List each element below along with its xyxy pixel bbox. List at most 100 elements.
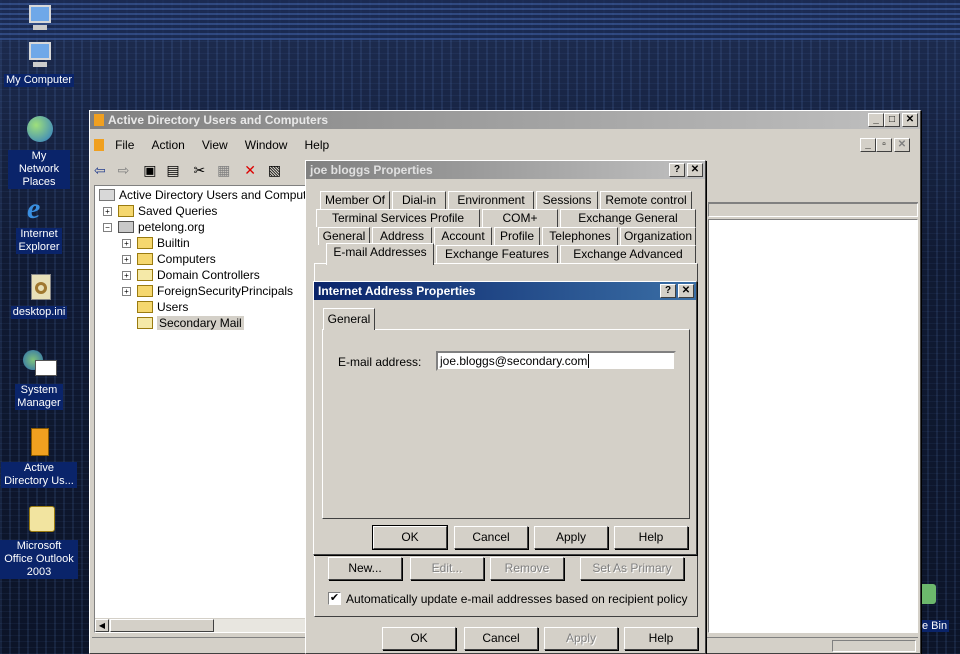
up-folder-icon[interactable]: ▣ <box>143 162 156 178</box>
menu-file[interactable]: File <box>115 138 134 152</box>
tree-root[interactable]: Active Directory Users and Computers <box>99 187 323 203</box>
tree-fsp[interactable]: + ForeignSecurityPrincipals <box>122 283 293 299</box>
help-question-button[interactable]: ? <box>660 284 676 298</box>
tree-domain[interactable]: − petelong.org <box>103 219 205 235</box>
tab-email-addresses[interactable]: E-mail Addresses <box>326 243 434 265</box>
child-minimize-button[interactable]: _ <box>860 138 876 152</box>
system-manager-icon <box>23 350 57 382</box>
properties-ok-button[interactable]: OK <box>382 627 456 650</box>
list-header-2[interactable] <box>708 203 918 217</box>
tab-exchange-general[interactable]: Exchange General <box>560 209 696 227</box>
cut-icon[interactable]: ✂ <box>194 162 206 178</box>
tab-dial-in[interactable]: Dial-in <box>392 191 446 209</box>
iap-apply-button[interactable]: Apply <box>534 526 608 549</box>
tree-hscrollbar[interactable]: ◀ <box>95 618 305 632</box>
desktop-icon-my-computer[interactable]: My Computer <box>0 40 78 87</box>
expand-icon[interactable]: + <box>122 287 131 296</box>
tree-computers[interactable]: + Computers <box>122 251 216 267</box>
details-pane[interactable] <box>708 219 918 633</box>
desktop-icon-outlook[interactable]: Microsoft Office Outlook 2003 <box>0 506 78 579</box>
back-arrow-icon[interactable]: ⇦ <box>94 162 106 178</box>
tree-label: Computers <box>157 252 216 266</box>
tab-profile[interactable]: Profile <box>494 227 540 245</box>
iap-cancel-button[interactable]: Cancel <box>454 526 528 549</box>
close-button[interactable]: ✕ <box>902 113 918 127</box>
set-primary-button[interactable]: Set As Primary <box>580 557 684 580</box>
tab-com-plus[interactable]: COM+ <box>482 209 558 227</box>
tab-telephones[interactable]: Telephones <box>542 227 618 245</box>
tab-remote-control[interactable]: Remote control <box>600 191 692 209</box>
tree-label: Users <box>157 300 189 314</box>
iap-titlebar[interactable]: Internet Address Properties ? ✕ <box>314 282 696 300</box>
scroll-thumb[interactable] <box>110 619 214 632</box>
collapse-icon[interactable]: − <box>103 223 112 232</box>
auto-update-checkbox[interactable]: ✔ <box>328 592 341 605</box>
properties-help-button[interactable]: Help <box>624 627 698 650</box>
tab-member-of[interactable]: Member Of <box>320 191 390 209</box>
paste-icon[interactable]: ▦ <box>217 162 230 178</box>
close-button[interactable]: ✕ <box>678 284 694 298</box>
tree-secondary-mail[interactable]: Secondary Mail <box>137 315 244 331</box>
tab-sessions[interactable]: Sessions <box>536 191 598 209</box>
desktop-icon-network[interactable]: My Network Places <box>0 116 78 189</box>
tab-ts-profile[interactable]: Terminal Services Profile <box>316 209 480 227</box>
remove-address-button[interactable]: Remove <box>490 557 564 580</box>
close-button[interactable]: ✕ <box>687 163 703 177</box>
expand-icon[interactable]: + <box>122 271 131 280</box>
show-tree-icon[interactable]: ▤ <box>166 162 179 178</box>
iap-tab-general[interactable]: General <box>323 308 375 330</box>
properties-icon[interactable]: ▧ <box>268 162 281 178</box>
aduc-toolbar: ⇦ ⇨ ▣ ▤ ✂ ▦ ✕ ▧ <box>94 159 304 181</box>
minimize-button[interactable]: _ <box>868 113 884 127</box>
desktop-icon-label: My Computer <box>3 74 75 87</box>
scroll-left-icon[interactable]: ◀ <box>95 619 109 632</box>
expand-icon[interactable]: + <box>103 207 112 216</box>
text-cursor <box>588 354 590 368</box>
tree-users[interactable]: Users <box>137 299 188 315</box>
tab-exchange-advanced[interactable]: Exchange Advanced <box>560 245 696 263</box>
desktop-icon-aduc[interactable]: Active Directory Us... <box>0 428 78 488</box>
delete-icon[interactable]: ✕ <box>244 162 256 178</box>
tree-builtin[interactable]: + Builtin <box>122 235 190 251</box>
tree-saved-queries[interactable]: + Saved Queries <box>103 203 217 219</box>
menu-help[interactable]: Help <box>305 138 330 152</box>
folder-icon <box>137 237 153 249</box>
list-header[interactable] <box>708 185 918 203</box>
new-address-button[interactable]: New... <box>328 557 402 580</box>
child-close-button[interactable]: ✕ <box>894 138 910 152</box>
tree-pane[interactable]: Active Directory Users and Computers + Sa… <box>94 185 323 633</box>
menu-action[interactable]: Action <box>151 138 184 152</box>
folder-icon <box>137 253 153 265</box>
internet-address-dialog[interactable]: Internet Address Properties ? ✕ General … <box>313 281 697 555</box>
desktop-icon-ie[interactable]: e Internet Explorer <box>0 194 78 254</box>
aduc-titlebar[interactable]: Active Directory Users and Computers _ □… <box>90 111 920 129</box>
properties-cancel-button[interactable]: Cancel <box>464 627 538 650</box>
expand-icon[interactable]: + <box>122 239 131 248</box>
expand-icon[interactable]: + <box>122 255 131 264</box>
forward-arrow-icon[interactable]: ⇨ <box>118 162 130 178</box>
menu-view[interactable]: View <box>202 138 228 152</box>
desktop-icon-label: System Manager <box>15 384 63 410</box>
tree-label: Secondary Mail <box>157 316 244 330</box>
my-computer-top-icon[interactable] <box>0 3 78 37</box>
properties-apply-button[interactable]: Apply <box>544 627 618 650</box>
folder-icon <box>137 285 153 297</box>
child-restore-button[interactable]: ▫ <box>876 138 892 152</box>
email-address-input[interactable]: joe.bloggs@secondary.com <box>436 351 676 371</box>
properties-titlebar[interactable]: joe bloggs Properties ? ✕ <box>306 161 705 179</box>
tab-organization[interactable]: Organization <box>620 227 696 245</box>
maximize-button[interactable]: □ <box>884 113 900 127</box>
tab-environment[interactable]: Environment <box>448 191 534 209</box>
iap-ok-button[interactable]: OK <box>372 525 448 550</box>
tab-exchange-features[interactable]: Exchange Features <box>436 245 558 263</box>
tree-label: Domain Controllers <box>157 268 260 282</box>
tree-label: Saved Queries <box>138 204 218 218</box>
menu-window[interactable]: Window <box>245 138 288 152</box>
tab-account[interactable]: Account <box>434 227 492 245</box>
desktop-icon-system-manager[interactable]: System Manager <box>0 350 78 410</box>
iap-help-button[interactable]: Help <box>614 526 688 549</box>
tree-domain-controllers[interactable]: + Domain Controllers <box>122 267 260 283</box>
edit-address-button[interactable]: Edit... <box>410 557 484 580</box>
desktop-icon-desktop-ini[interactable]: desktop.ini <box>0 272 78 319</box>
help-question-button[interactable]: ? <box>669 163 685 177</box>
